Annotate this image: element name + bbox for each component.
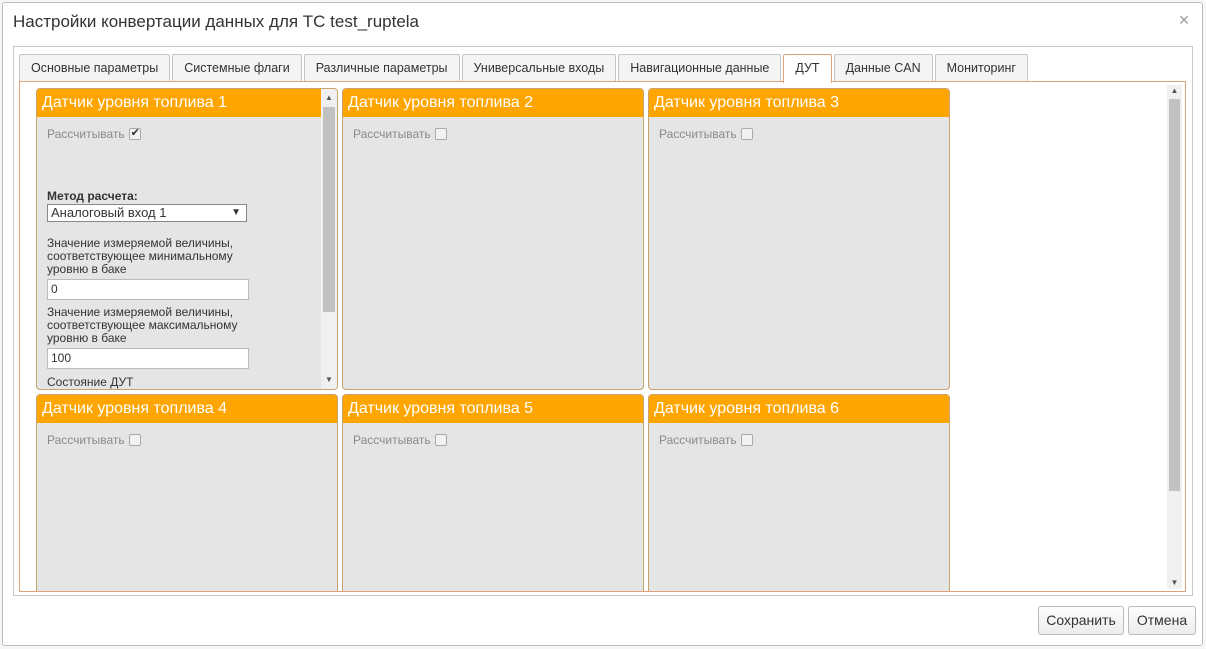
calc-checkbox[interactable] <box>434 434 447 446</box>
calc-label: Рассчитывать <box>47 433 125 447</box>
calc-checkbox[interactable] <box>740 128 753 140</box>
sensor-state-label: Состояние ДУТ <box>47 375 134 389</box>
panel-body: Рассчитывать <box>343 117 643 151</box>
calc-checkbox[interactable] <box>128 434 141 446</box>
cancel-button[interactable]: Отмена <box>1128 606 1196 635</box>
calc-label: Рассчитывать <box>659 433 737 447</box>
panel-body: Рассчитывать <box>649 423 949 457</box>
method-select[interactable]: Аналоговый вход 1 ▼ <box>47 204 247 222</box>
calc-row: Рассчитывать <box>353 127 633 141</box>
tab-can-data[interactable]: Данные CAN <box>833 54 933 81</box>
calc-label: Рассчитывать <box>659 127 737 141</box>
max-value-description: Значение измеряемой величины, соответств… <box>47 305 238 345</box>
calc-row: Рассчитывать <box>353 433 633 447</box>
fuel-sensor-panel-1: Датчик уровня топлива 1 Рассчитывать Мет… <box>36 88 338 390</box>
calc-label: Рассчитывать <box>353 433 431 447</box>
tab-system-flags[interactable]: Системные флаги <box>172 54 302 81</box>
panel-body: Рассчитывать <box>343 423 643 457</box>
fuel-sensor-panel-5: Датчик уровня топлива 5 Рассчитывать <box>342 394 644 591</box>
tab-universal-inputs[interactable]: Универсальные входы <box>461 54 617 81</box>
panel-body: Рассчитывать <box>37 423 337 457</box>
panel-body: Рассчитывать <box>649 117 949 151</box>
scroll-thumb[interactable] <box>323 107 335 312</box>
scroll-up-icon[interactable]: ▲ <box>1167 85 1182 97</box>
min-value-input[interactable]: 0 <box>47 279 249 300</box>
panel-title: Датчик уровня топлива 3 <box>649 89 949 117</box>
scroll-thumb[interactable] <box>1169 99 1180 491</box>
panel-title: Датчик уровня топлива 4 <box>37 395 337 423</box>
dropdown-arrow-icon: ▼ <box>231 207 241 218</box>
tab-fuel-sensors[interactable]: ДУТ <box>783 54 832 83</box>
panel-title: Датчик уровня топлива 2 <box>343 89 643 117</box>
panel-title: Датчик уровня топлива 6 <box>649 395 949 423</box>
method-select-value: Аналоговый вход 1 <box>51 205 167 220</box>
fuel-sensor-panel-2: Датчик уровня топлива 2 Рассчитывать <box>342 88 644 390</box>
save-button[interactable]: Сохранить <box>1038 606 1124 635</box>
calc-row: Рассчитывать <box>47 433 327 447</box>
panel-scrollbar[interactable]: ▲ ▼ <box>321 89 337 389</box>
calc-checkbox[interactable] <box>740 434 753 446</box>
tab-misc-params[interactable]: Различные параметры <box>303 54 460 81</box>
scroll-down-icon[interactable]: ▼ <box>1167 577 1182 589</box>
min-value-description: Значение измеряемой величины, соответств… <box>47 236 234 276</box>
tab-main-params[interactable]: Основные параметры <box>19 54 171 81</box>
tab-bar: Основные параметры Системные флаги Разли… <box>19 54 1030 83</box>
calc-row: Рассчитывать <box>659 433 939 447</box>
calc-row: Рассчитывать <box>47 126 327 141</box>
calc-row: Рассчитывать <box>659 127 939 141</box>
calc-label: Рассчитывать <box>353 127 431 141</box>
scroll-up-icon[interactable]: ▲ <box>321 91 337 105</box>
fuel-sensor-panel-3: Датчик уровня топлива 3 Рассчитывать <box>648 88 950 390</box>
calc-checkbox[interactable] <box>128 126 141 140</box>
max-value-input[interactable]: 100 <box>47 348 249 369</box>
scroll-down-icon[interactable]: ▼ <box>321 373 337 387</box>
tab-container: Основные параметры Системные флаги Разли… <box>13 46 1193 596</box>
dialog-title: Настройки конвертации данных для ТС test… <box>13 12 420 31</box>
method-label: Метод расчета: <box>47 189 138 203</box>
settings-dialog: Настройки конвертации данных для ТС test… <box>2 2 1203 646</box>
tab-navigation-data[interactable]: Навигационные данные <box>618 54 782 81</box>
fuel-sensor-panel-4: Датчик уровня топлива 4 Рассчитывать <box>36 394 338 591</box>
tab-monitoring[interactable]: Мониторинг <box>934 54 1028 81</box>
panel-title: Датчик уровня топлива 1 <box>37 89 337 117</box>
panel-body: Рассчитывать Метод расчета: Аналоговый в… <box>37 117 337 389</box>
calc-label: Рассчитывать <box>47 127 125 141</box>
fuel-sensor-panel-6: Датчик уровня топлива 6 Рассчитывать <box>648 394 950 591</box>
fuel-sensors-content: Датчик уровня топлива 1 Рассчитывать Мет… <box>19 81 1186 592</box>
content-scrollbar[interactable]: ▲ ▼ <box>1167 85 1182 589</box>
close-icon[interactable]: × <box>1176 11 1192 29</box>
panel-title: Датчик уровня топлива 5 <box>343 395 643 423</box>
calc-checkbox[interactable] <box>434 128 447 140</box>
